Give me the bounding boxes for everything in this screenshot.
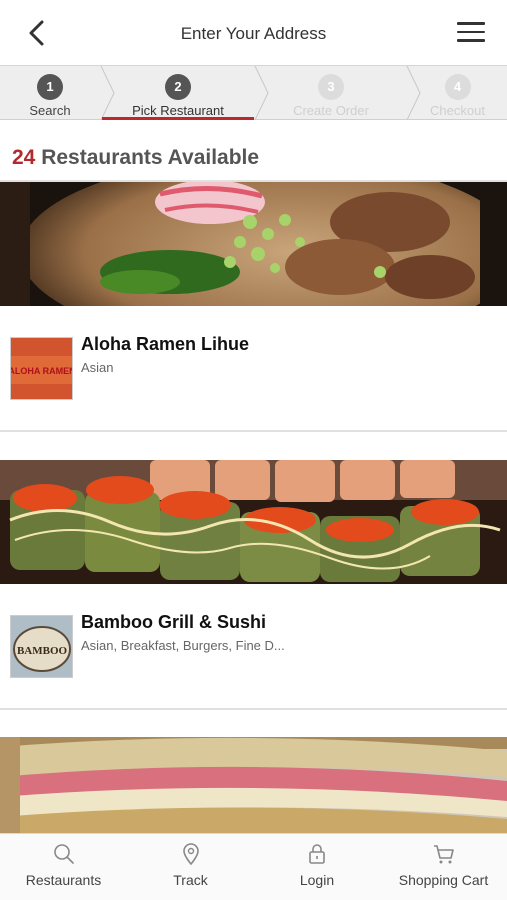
step-number: 3	[318, 74, 344, 100]
divider	[0, 430, 507, 432]
hamburger-menu-icon[interactable]	[457, 22, 485, 44]
nav-restaurants[interactable]: Restaurants	[0, 834, 127, 900]
search-icon	[53, 844, 74, 864]
step-number: 4	[444, 74, 471, 100]
nav-label: Restaurants	[25, 872, 102, 888]
restaurant-name[interactable]: Aloha Ramen Lihue	[81, 334, 249, 355]
step-number: 1	[37, 74, 63, 100]
restaurant-categories: Asian	[81, 360, 114, 375]
bamboo-grill-logo: BAMBOO	[10, 615, 73, 678]
step-label: Checkout	[430, 103, 485, 118]
cart-icon	[433, 845, 454, 864]
restaurant-count-label: Restaurants Available	[41, 146, 260, 169]
aloha-ramen-logo: ALOHA RAMEN	[10, 337, 73, 400]
sushi-banner-image	[0, 460, 507, 584]
nav-label: Login	[299, 872, 335, 888]
restaurant-categories: Asian, Breakfast, Burgers, Fine D...	[81, 638, 285, 653]
nav-track[interactable]: Track	[127, 834, 254, 900]
nav-label: Shopping Cart	[398, 872, 489, 888]
map-pin-icon	[182, 843, 199, 866]
ramen-banner-image	[0, 182, 507, 306]
nav-label: Track	[173, 872, 208, 888]
step-label: Create Order	[293, 103, 369, 118]
logo-text: ALOHA RAMEN	[11, 366, 73, 376]
restaurant-count-heading: 24 Restaurants Available	[12, 146, 259, 170]
address-title[interactable]: Enter Your Address	[0, 24, 507, 44]
active-step-indicator	[102, 117, 254, 120]
step-number: 2	[165, 74, 191, 100]
step-create-order: 3 Create Order	[256, 66, 406, 120]
restaurant-name[interactable]: Bamboo Grill & Sushi	[81, 612, 266, 633]
step-label: Pick Restaurant	[132, 103, 224, 118]
divider	[0, 708, 507, 710]
top-bar: Enter Your Address	[0, 0, 507, 66]
bottom-navigation: Restaurants Track Login Shopping Cart	[0, 833, 507, 900]
logo-text: BAMBOO	[17, 645, 68, 657]
order-steps: 1 Search 2 Pick Restaurant 3 Create Orde…	[0, 66, 507, 120]
step-checkout: 4 Checkout	[408, 66, 507, 120]
step-search[interactable]: 1 Search	[0, 66, 100, 120]
lock-icon	[309, 844, 325, 864]
restaurant-card-bamboo-grill[interactable]: BAMBOO Bamboo Grill & Sushi Asian, Break…	[0, 460, 507, 710]
restaurant-count: 24	[12, 146, 36, 169]
nav-login[interactable]: Login	[254, 834, 380, 900]
step-label: Search	[29, 103, 71, 118]
step-pick-restaurant[interactable]: 2 Pick Restaurant	[102, 66, 254, 120]
restaurant-card-aloha-ramen[interactable]: ALOHA RAMEN Aloha Ramen Lihue Asian	[0, 182, 507, 432]
nav-shopping-cart[interactable]: Shopping Cart	[380, 834, 507, 900]
restaurant-card-3[interactable]	[0, 737, 507, 833]
sandwich-banner-image	[0, 737, 507, 833]
